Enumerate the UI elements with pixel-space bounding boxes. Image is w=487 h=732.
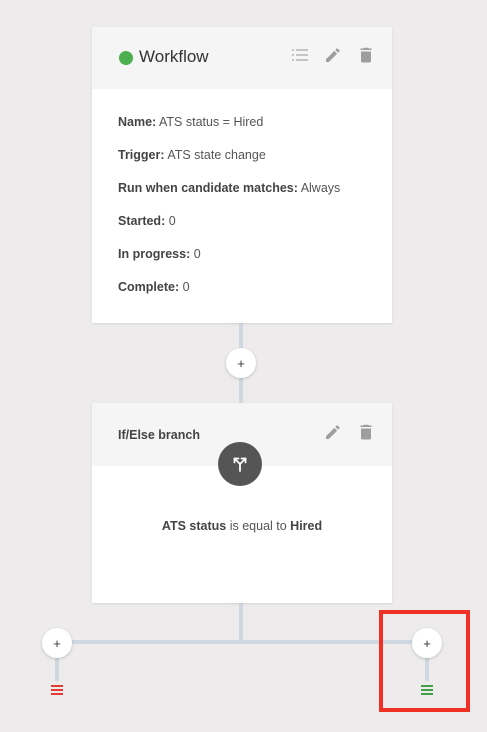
info-row-in-progress: In progress: 0 [118, 247, 201, 261]
split-branch-icon [218, 442, 262, 486]
info-row-trigger: Trigger: ATS state change [118, 148, 266, 162]
info-row-name: Name: ATS status = Hired [118, 115, 264, 129]
list-icon[interactable] [290, 45, 310, 65]
workflow-canvas: Workflow Name: ATS status = Hired Trigge… [0, 0, 487, 732]
info-row-started: Started: 0 [118, 214, 176, 228]
workflow-card: Workflow Name: ATS status = Hired Trigge… [92, 27, 392, 323]
pencil-icon[interactable] [323, 422, 343, 442]
workflow-card-header: Workflow [92, 27, 392, 89]
trash-icon[interactable] [356, 422, 376, 442]
highlight-box [379, 610, 470, 712]
add-step-button[interactable]: + [226, 348, 256, 378]
info-row-complete: Complete: 0 [118, 280, 190, 294]
connector-line [55, 655, 59, 681]
end-icon[interactable] [51, 685, 63, 697]
connector-line [239, 602, 243, 642]
add-step-left-branch-button[interactable]: + [42, 628, 72, 658]
branch-connector-line [56, 640, 428, 644]
workflow-title: Workflow [139, 47, 209, 66]
pencil-icon[interactable] [323, 45, 343, 65]
info-row-run-when: Run when candidate matches: Always [118, 181, 341, 195]
status-indicator [119, 51, 133, 65]
if-else-branch-card: If/Else branch ATS status is equal to Hi… [92, 403, 392, 603]
branch-title: If/Else branch [118, 428, 200, 442]
branch-condition: ATS status is equal to Hired [161, 519, 323, 533]
trash-icon[interactable] [356, 45, 376, 65]
